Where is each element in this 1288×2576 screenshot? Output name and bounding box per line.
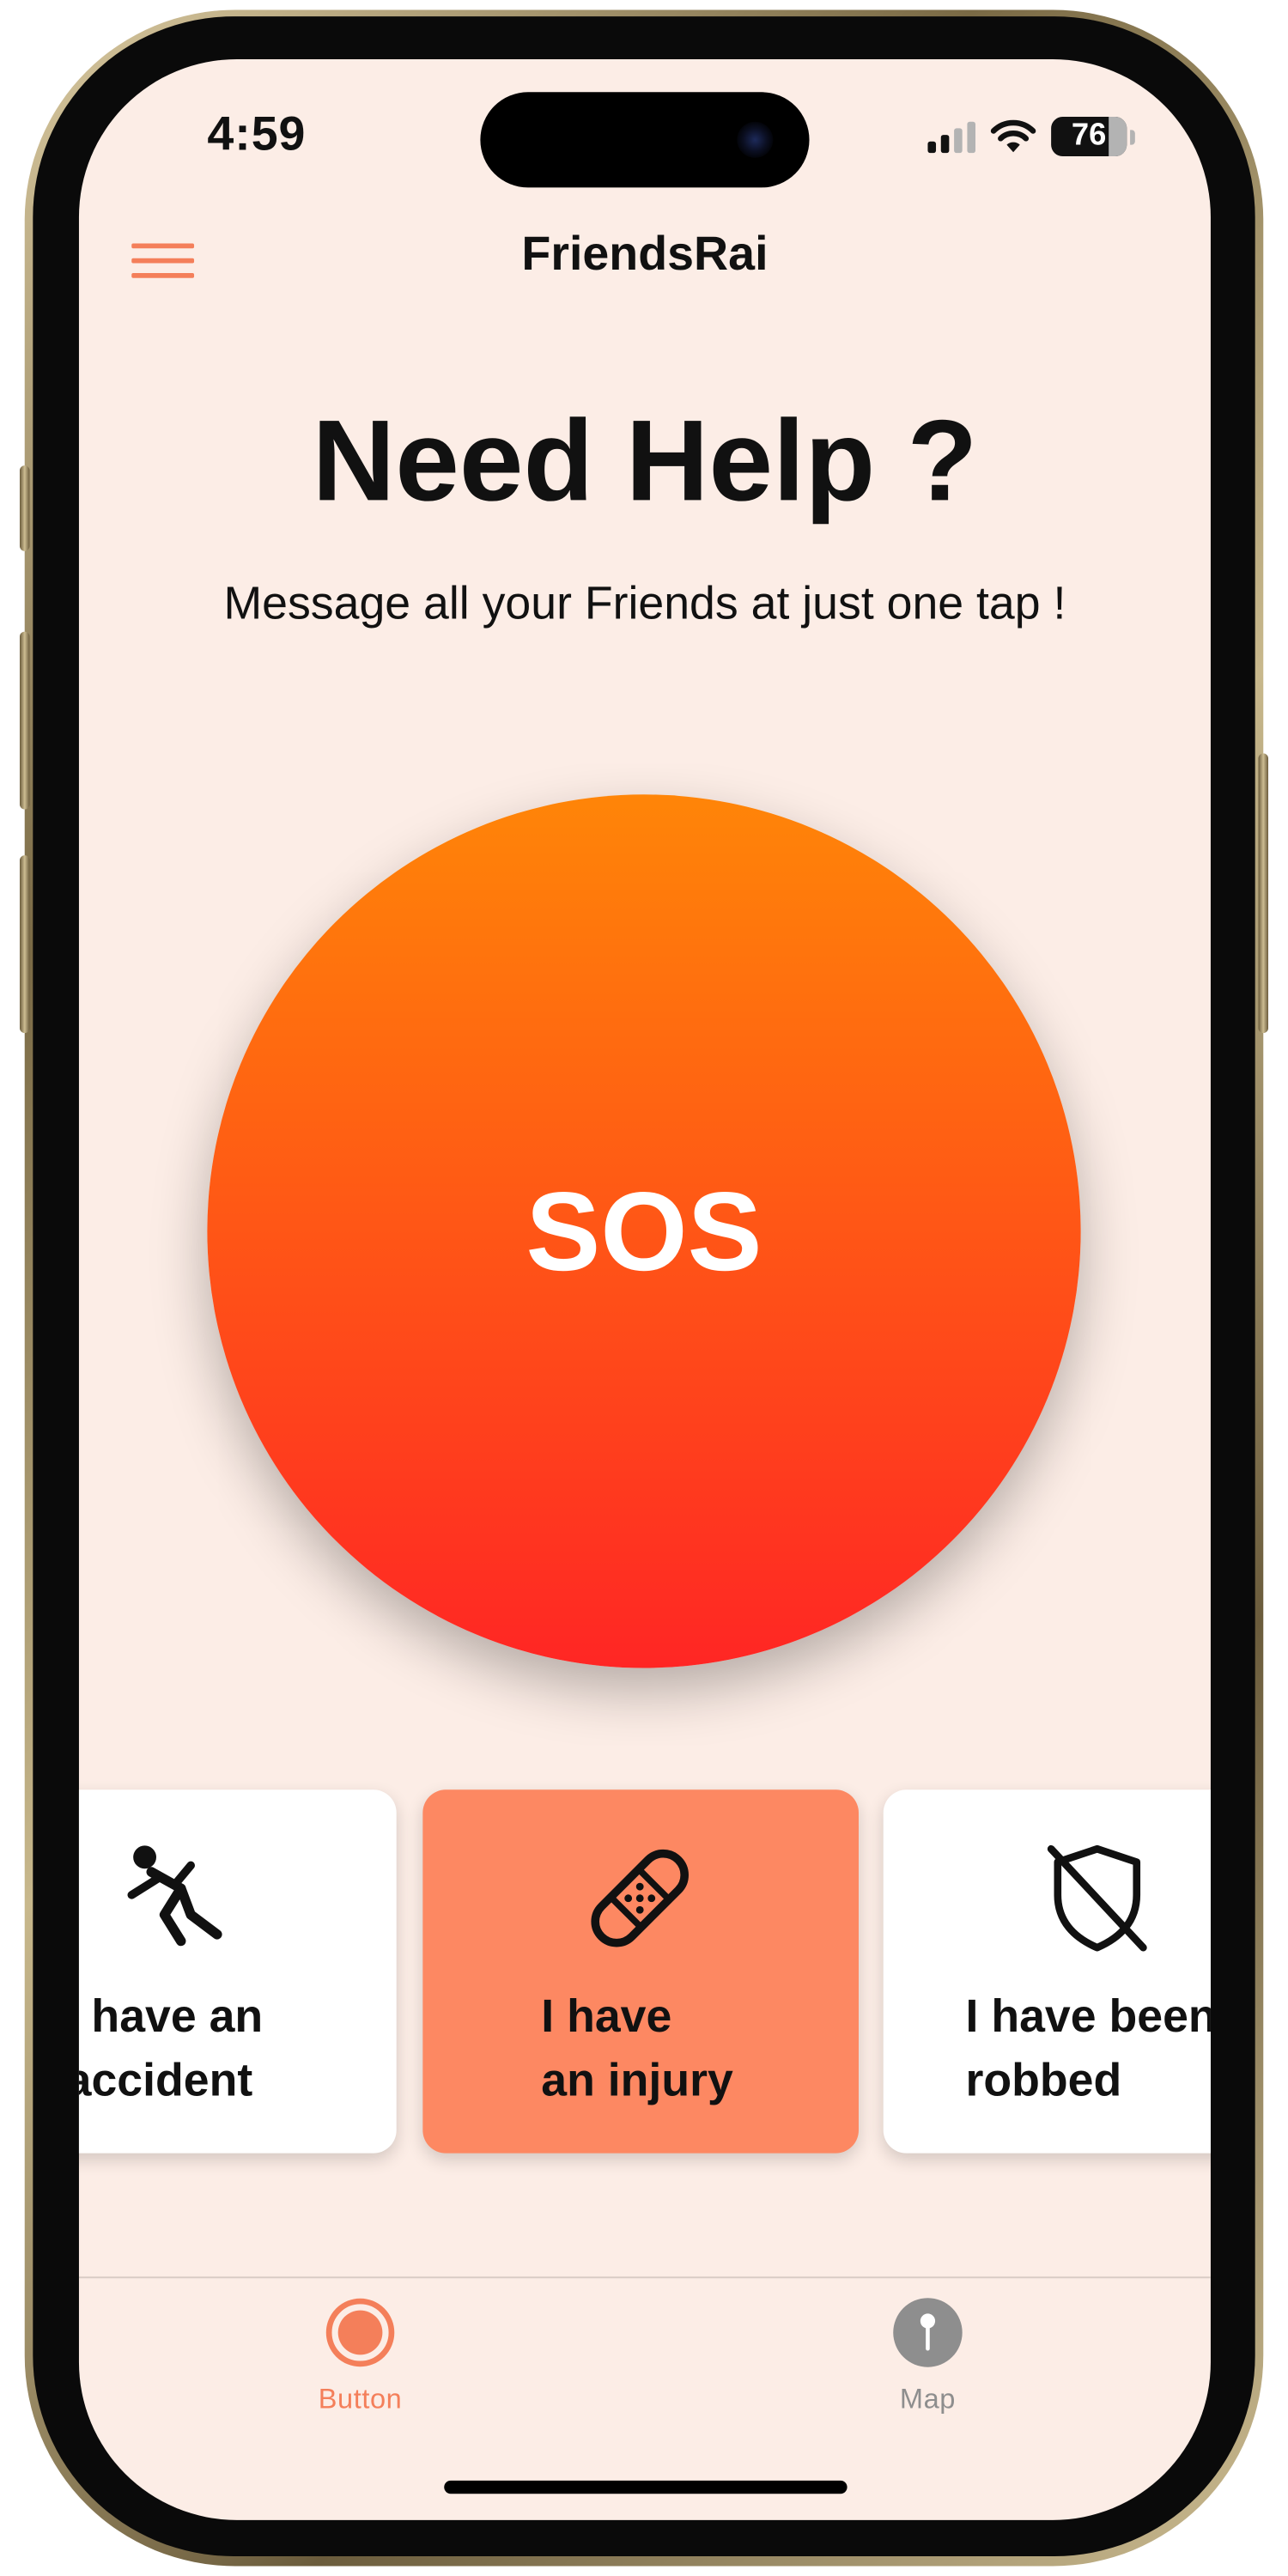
bandage-icon: [591, 1849, 689, 1947]
volume-down-button: [19, 855, 30, 1034]
card-accident-label: I have an accident: [78, 1990, 264, 2106]
power-button: [1258, 753, 1269, 1034]
app-title: FriendsRai: [521, 228, 769, 282]
shield-slash-icon: [1047, 1844, 1147, 1952]
battery-icon: 76: [1051, 117, 1127, 156]
cellular-signal-icon: [927, 120, 976, 154]
tab-button[interactable]: Button: [262, 2296, 459, 2416]
front-camera: [737, 121, 774, 158]
silent-switch: [19, 465, 30, 551]
card-injury[interactable]: I have an injury: [422, 1789, 859, 2154]
card-injury-label: I have an injury: [541, 1990, 733, 2106]
tab-bar-divider: [78, 2276, 1211, 2279]
card-robbed-label: I have been robbed: [965, 1990, 1211, 2106]
volume-up-button: [19, 631, 30, 810]
page-subline: Message all your Friends at just one tap…: [223, 577, 1066, 629]
tab-map[interactable]: Map: [829, 2296, 1027, 2416]
status-time: 4:59: [207, 108, 307, 161]
battery-level: 76: [1071, 118, 1107, 154]
wifi-icon: [990, 119, 1036, 153]
map-pin-icon: [893, 2298, 963, 2367]
tab-map-label: Map: [899, 2383, 956, 2415]
screen: 4:59 76 FriendsRai Need Help ? Message a…: [78, 58, 1211, 2520]
home-indicator[interactable]: [444, 2480, 848, 2494]
status-icons: 76: [927, 117, 1135, 156]
tab-button-label: Button: [318, 2383, 403, 2415]
person-falling-icon: [127, 1845, 222, 1947]
battery-tip: [1130, 129, 1135, 144]
dynamic-island: [480, 92, 810, 188]
card-robbed[interactable]: I have been robbed: [883, 1789, 1211, 2154]
page-headline: Need Help ?: [312, 396, 978, 526]
record-circle-icon: [325, 2298, 395, 2367]
card-accident[interactable]: I have an accident: [78, 1789, 397, 2154]
sos-button-label: SOS: [526, 1169, 762, 1294]
sos-button[interactable]: SOS: [207, 794, 1081, 1668]
